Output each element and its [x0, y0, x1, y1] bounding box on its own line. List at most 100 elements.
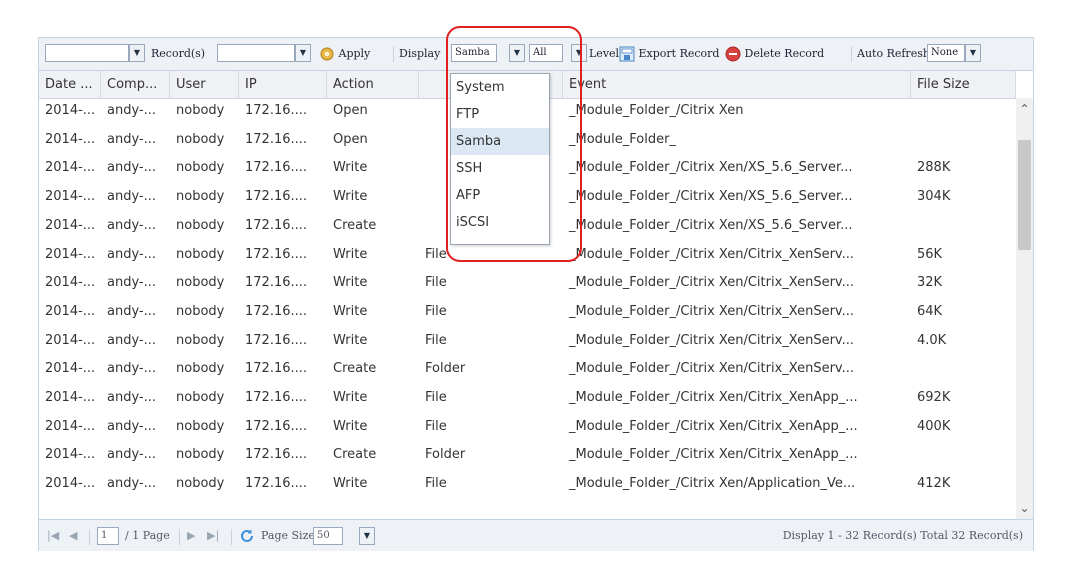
first-page-icon[interactable]: |◀ — [47, 526, 59, 546]
scroll-thumb[interactable] — [1018, 140, 1031, 250]
cell-user: nobody — [176, 390, 225, 405]
table-row[interactable]: 2014-... andy-... nobody 172.16.... Write Fil… — [39, 386, 1016, 409]
chevron-down-icon: ▼ — [969, 48, 977, 57]
cell-event: _Module_Folder_/Citrix Xen/Citrix_XenApp… — [569, 390, 858, 405]
export-label: Export Record — [638, 47, 720, 60]
column-header-event[interactable]: Event — [563, 71, 911, 98]
display-option-ssh[interactable]: SSH — [451, 155, 549, 182]
cell-user: nobody — [176, 103, 225, 118]
cell-file-size: 4.0K — [917, 332, 947, 348]
prev-page-icon[interactable]: ◀ — [69, 526, 77, 546]
column-header-file-size[interactable]: File Size — [911, 71, 1016, 98]
scroll-down-icon[interactable]: ⌄ — [1016, 499, 1033, 517]
next-page-icon[interactable]: ▶ — [187, 526, 195, 546]
level-select[interactable]: All — [529, 44, 563, 62]
cell-ip: 172.16.... — [245, 103, 308, 118]
export-record-button[interactable]: Export Record — [619, 44, 719, 64]
cell-type: File — [425, 303, 447, 319]
table-row[interactable]: 2014-... andy-... nobody 172.16.... Write Fil… — [39, 271, 1016, 294]
toolbar-divider — [851, 46, 852, 62]
cell-file-size: 64K — [917, 303, 943, 319]
cell-computer: andy-... — [107, 447, 157, 463]
cell-type: Folder — [425, 447, 466, 463]
cell-event: _Module_Folder_/Citrix Xen/Citrix_XenApp… — [569, 418, 858, 434]
table-row[interactable]: 2014-... andy-... nobody 172.16.... Create Fo… — [39, 357, 1016, 380]
refresh-icon — [241, 529, 253, 542]
table-row[interactable]: 2014-... andy-... nobody 172.16.... Write Fil… — [39, 472, 1016, 495]
cell-action: Write — [333, 160, 368, 176]
vertical-scrollbar[interactable]: ⌃ ⌄ — [1016, 98, 1033, 519]
cell-ip: 172.16.... — [245, 189, 308, 205]
level-dropdown-button[interactable]: ▼ — [571, 44, 587, 62]
cell-ip: 172.16.... — [245, 275, 308, 291]
cell-file-size: 692K — [917, 390, 951, 405]
cell-date: 2014-... — [45, 189, 96, 205]
delete-record-button[interactable]: Delete Record — [725, 44, 824, 64]
page-size-dropdown-button[interactable]: ▼ — [359, 527, 375, 545]
filter-input[interactable] — [217, 44, 295, 62]
refresh-button[interactable] — [239, 526, 255, 546]
display-select[interactable]: Samba — [451, 44, 497, 62]
column-header-user[interactable]: User — [170, 71, 239, 98]
table-row[interactable]: 2014-... andy-... nobody 172.16.... Write Fil… — [39, 300, 1016, 323]
table-row[interactable]: 2014-... andy-... nobody 172.16.... Create Fo… — [39, 443, 1016, 466]
cell-ip: 172.16.... — [245, 217, 308, 233]
display-option-system[interactable]: System — [451, 74, 549, 101]
display-option-iscsi[interactable]: iSCSI — [451, 209, 549, 236]
column-header-action[interactable]: Action — [327, 71, 419, 98]
auto-refresh-label: Auto Refresh — [857, 47, 927, 60]
cell-computer: andy-... — [107, 332, 157, 348]
footer-divider — [179, 529, 180, 545]
footer-divider — [231, 529, 232, 545]
chevron-down-icon: ▼ — [133, 48, 141, 57]
cell-ip: 172.16.... — [245, 131, 308, 147]
cell-computer: andy-... — [107, 476, 157, 492]
delete-label: Delete Record — [744, 47, 825, 60]
chevron-down-icon: ▼ — [575, 48, 583, 57]
page-total: / 1 Page — [125, 529, 170, 542]
delete-icon — [725, 46, 741, 62]
cell-user: nobody — [176, 303, 225, 319]
pagination-bar: |◀ ◀ 1 / 1 Page ▶ ▶| Page Size 50 ▼ Disp… — [39, 519, 1033, 551]
last-page-icon[interactable]: ▶| — [207, 526, 219, 546]
table-row[interactable]: 2014-... andy-... nobody 172.16.... Write Fil… — [39, 415, 1016, 438]
cell-action: Open — [333, 131, 368, 147]
page-size-select[interactable]: 50 — [313, 527, 343, 545]
display-option-afp[interactable]: AFP — [451, 182, 549, 209]
table-row[interactable]: 2014-... andy-... nobody 172.16.... Write Fil… — [39, 243, 1016, 266]
cell-event: _Module_Folder_/Citrix Xen/XS_5.6_Server… — [569, 217, 853, 233]
cell-event: _Module_Folder_/Citrix Xen — [569, 103, 744, 118]
records-input[interactable] — [45, 44, 129, 62]
cell-action: Write — [333, 390, 368, 405]
cell-file-size — [911, 214, 1016, 237]
cell-type: File — [425, 390, 447, 405]
column-header-ip[interactable]: IP — [239, 71, 327, 98]
records-dropdown-button[interactable]: ▼ — [129, 44, 145, 62]
display-label: Display — [399, 47, 441, 60]
display-dropdown-button[interactable]: ▼ — [509, 44, 525, 62]
cell-ip: 172.16.... — [245, 160, 308, 176]
page-number-input[interactable]: 1 — [97, 527, 119, 545]
column-header-date[interactable]: Date ... — [39, 71, 101, 98]
scroll-up-icon[interactable]: ⌃ — [1016, 100, 1033, 118]
chevron-down-icon: ▼ — [363, 531, 371, 540]
cell-file-size — [911, 99, 1016, 122]
cell-computer: andy-... — [107, 390, 157, 405]
cell-file-size: 412K — [917, 476, 951, 492]
table-row[interactable]: 2014-... andy-... nobody 172.16.... Write Fil… — [39, 329, 1016, 352]
cell-ip: 172.16.... — [245, 418, 308, 434]
column-header-computer[interactable]: Comp... — [101, 71, 170, 98]
auto-refresh-dropdown-button[interactable]: ▼ — [965, 44, 981, 62]
filter-dropdown-button[interactable]: ▼ — [295, 44, 311, 62]
cell-computer: andy-... — [107, 246, 157, 262]
cell-date: 2014-... — [45, 303, 96, 319]
display-option-ftp[interactable]: FTP — [451, 101, 549, 128]
toolbar: ▼ Record(s) ▼ Apply Display Samba ▼ All … — [39, 38, 1033, 71]
cell-type: File — [425, 476, 447, 492]
apply-button[interactable]: Apply — [319, 44, 370, 64]
apply-icon — [320, 47, 334, 61]
cell-action: Create — [333, 217, 377, 233]
cell-action: Write — [333, 246, 368, 262]
display-option-samba[interactable]: Samba — [451, 128, 549, 155]
auto-refresh-select[interactable]: None — [927, 44, 965, 62]
